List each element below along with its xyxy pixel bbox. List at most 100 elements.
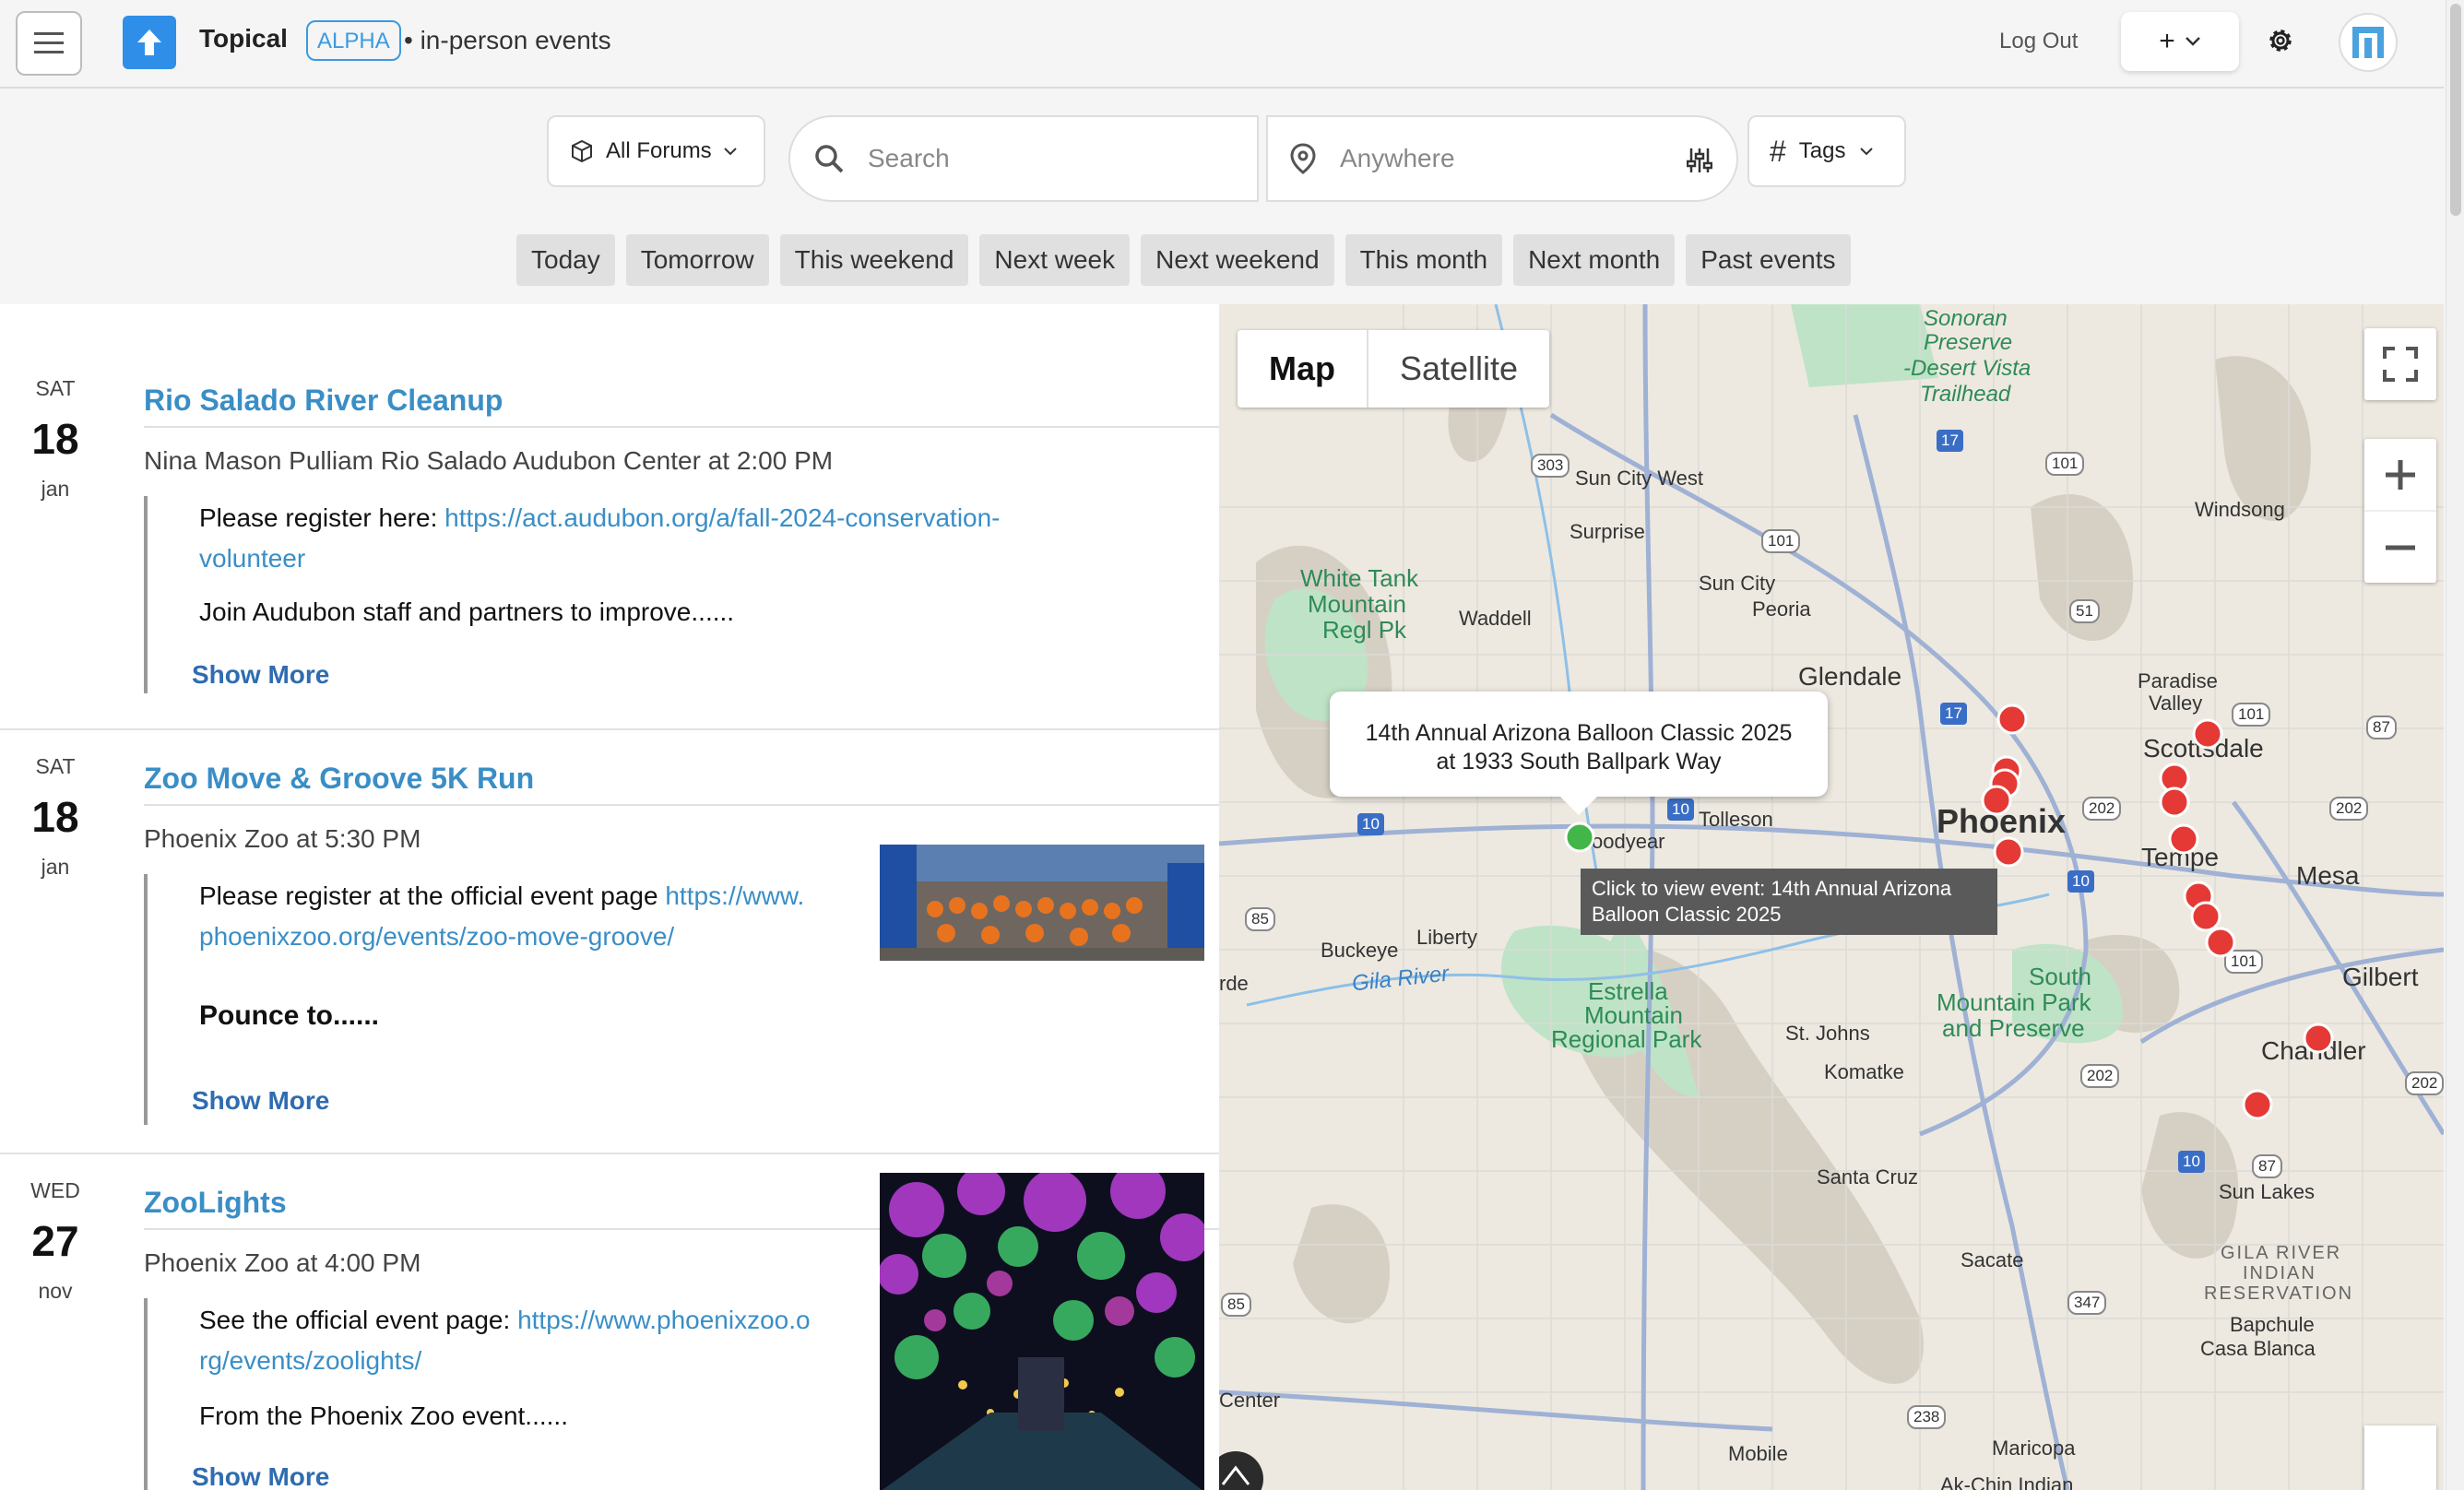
minus-icon <box>2386 545 2415 550</box>
chip-this-month[interactable]: This month <box>1345 234 1503 286</box>
add-button[interactable]: + <box>2121 12 2239 71</box>
event-info-window[interactable]: 14th Annual Arizona Balloon Classic 2025… <box>1330 692 1828 815</box>
description-text: Please register at the official event pa… <box>199 881 666 910</box>
event-weekday: SAT <box>35 376 76 400</box>
event-title[interactable]: Rio Salado River Cleanup <box>144 384 503 418</box>
zoom-controls <box>2364 439 2436 583</box>
event-month: jan <box>41 855 70 879</box>
event-link[interactable]: https://act.audubon.org/a/fall-2024-cons… <box>444 503 1000 532</box>
event-day: 27 <box>31 1217 79 1265</box>
event-location: Phoenix Zoo at 5:30 PM <box>144 824 421 853</box>
date-filter-chips: Today Tomorrow This weekend Next week Ne… <box>516 234 1851 286</box>
fullscreen-icon <box>2383 347 2418 382</box>
page-subtitle: • in-person events <box>404 26 611 54</box>
chip-past-events[interactable]: Past events <box>1686 234 1851 286</box>
hamburger-icon <box>34 32 64 53</box>
show-more-link[interactable]: Show More <box>192 1462 329 1490</box>
forums-dropdown[interactable]: All Forums <box>547 115 765 187</box>
event-description: See the official event page: https://www… <box>199 1300 882 1381</box>
info-window-title: 14th Annual Arizona Balloon Classic 2025 <box>1365 720 1793 746</box>
event-description: Please register here: https://act.audubo… <box>199 498 1121 579</box>
event-location: Nina Mason Pulliam Rio Salado Audubon Ce… <box>144 446 834 475</box>
cube-icon <box>572 139 592 163</box>
event-image[interactable] <box>880 1173 1204 1490</box>
event-marker[interactable] <box>2168 823 2199 855</box>
event-marker[interactable] <box>2192 718 2223 750</box>
event-marker[interactable] <box>2190 901 2221 932</box>
event-date: SAT 18 jan <box>18 754 92 880</box>
chevron-down-icon <box>723 148 737 156</box>
show-more-link[interactable]: Show More <box>192 660 329 690</box>
event-weekday: SAT <box>35 754 76 778</box>
event-link[interactable]: https://www. <box>665 881 804 910</box>
event-link-cont[interactable]: volunteer <box>199 544 305 573</box>
event-body: Join Audubon staff and partners to impro… <box>199 597 735 626</box>
event-marker[interactable] <box>2205 927 2236 958</box>
description-bar <box>144 1298 148 1490</box>
app-logo[interactable] <box>123 16 176 69</box>
event-month: nov <box>38 1279 73 1303</box>
page-scrollbar[interactable] <box>2446 0 2464 1490</box>
gear-icon <box>2269 30 2292 52</box>
marker-tooltip: Click to view event: 14th Annual Arizona… <box>1581 869 1997 935</box>
selected-event-marker[interactable] <box>1564 822 1595 853</box>
user-avatar[interactable] <box>2339 13 2398 72</box>
chip-next-month[interactable]: Next month <box>1513 234 1676 286</box>
alpha-badge: ALPHA <box>306 20 401 61</box>
event-body: From the Phoenix Zoo event...... <box>199 1401 568 1430</box>
zoom-out-button[interactable] <box>2364 512 2436 583</box>
fullscreen-button[interactable] <box>2364 328 2436 400</box>
search-input[interactable] <box>866 143 1183 174</box>
event-marker[interactable] <box>2159 786 2190 818</box>
map-attribution-badge[interactable] <box>1219 1451 1263 1490</box>
search-icon <box>815 145 844 173</box>
settings-button[interactable] <box>2264 24 2297 62</box>
map-type-map[interactable]: Map <box>1238 330 1368 408</box>
location-box[interactable] <box>1266 115 1738 202</box>
mountain-icon <box>1221 1465 1250 1485</box>
event-marker[interactable] <box>1981 785 2012 816</box>
chip-next-week[interactable]: Next week <box>979 234 1131 286</box>
description-text: See the official event page: <box>199 1306 518 1334</box>
chevron-down-icon <box>1859 148 1873 156</box>
tags-label: Tags <box>1798 138 1846 163</box>
menu-button[interactable] <box>16 11 82 76</box>
event-title[interactable]: ZooLights <box>144 1186 287 1220</box>
chip-this-weekend[interactable]: This weekend <box>779 234 969 286</box>
events-map[interactable]: Sonoran Preserve -Desert Vista Trailhead… <box>1219 304 2444 1490</box>
scrollbar-thumb[interactable] <box>2450 4 2461 216</box>
map-type-satellite[interactable]: Satellite <box>1368 330 1549 408</box>
event-link-cont[interactable]: phoenixzoo.org/events/zoo-move-groove/ <box>199 922 674 951</box>
event-date: SAT 18 jan <box>18 376 92 502</box>
event-marker[interactable] <box>2303 1023 2334 1054</box>
event-list: SAT 18 jan Rio Salado River Cleanup Nina… <box>0 304 1219 1490</box>
top-bar: Topical ALPHA • in-person events Log Out… <box>0 0 2444 89</box>
event-link[interactable]: https://www.phoenixzoo.o <box>517 1306 811 1334</box>
event-image[interactable] <box>880 845 1204 961</box>
chip-tomorrow[interactable]: Tomorrow <box>625 234 769 286</box>
event-weekday: WED <box>30 1178 80 1202</box>
event-marker[interactable] <box>2242 1089 2273 1120</box>
event-marker[interactable] <box>1996 704 2028 735</box>
event-marker[interactable] <box>1993 836 2024 868</box>
event-item: SAT 18 jan Zoo Move & Groove 5K Run Phoe… <box>0 730 1219 1154</box>
filter-settings-icon[interactable] <box>1687 147 1712 174</box>
chip-next-weekend[interactable]: Next weekend <box>1141 234 1334 286</box>
event-date: WED 27 nov <box>18 1178 92 1304</box>
zoom-in-button[interactable] <box>2364 439 2436 512</box>
app-name[interactable]: Topical <box>199 24 288 53</box>
chip-today[interactable]: Today <box>516 234 615 286</box>
show-more-link[interactable]: Show More <box>192 1086 329 1116</box>
map-corner-control[interactable] <box>2364 1425 2436 1490</box>
forums-label: All Forums <box>606 138 712 163</box>
up-arrow-icon <box>137 30 161 55</box>
search-box[interactable] <box>788 115 1259 202</box>
event-day: 18 <box>31 793 79 841</box>
add-label: + <box>2159 26 2175 56</box>
location-pin-icon <box>1290 143 1316 174</box>
event-link-cont[interactable]: rg/events/zoolights/ <box>199 1346 421 1375</box>
logout-link[interactable]: Log Out <box>1999 29 2078 54</box>
event-title[interactable]: Zoo Move & Groove 5K Run <box>144 762 534 796</box>
location-input[interactable] <box>1338 143 1655 174</box>
tags-dropdown[interactable]: # Tags <box>1747 115 1906 187</box>
